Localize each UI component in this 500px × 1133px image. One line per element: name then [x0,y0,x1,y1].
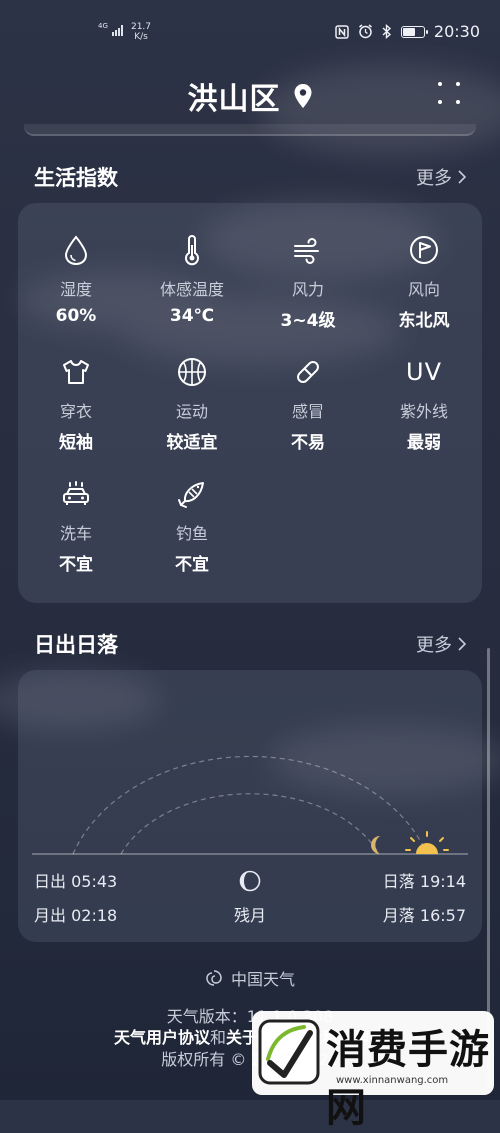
bluetooth-icon [382,24,391,39]
sun-moon-title: 日出日落 [34,633,118,657]
life-item-sport[interactable]: 运动 较适宜 [134,352,250,453]
life-item-value: 短袖 [59,433,93,453]
battery-level [402,27,416,36]
life-item-value: 不宜 [175,555,209,575]
nfc-icon [335,24,349,39]
life-index-card: 湿度 60% 体感温度 34℃ 风力 3~4级 风向 东北风 穿衣 短袖 运动 … [18,203,482,603]
legal-joiner: 和 [209,1028,226,1047]
wind-icon [294,238,319,264]
life-item-cold[interactable]: 感冒 不易 [250,352,366,453]
life-item-value: 东北风 [398,311,450,331]
brand: 中国天气 [0,966,500,990]
alarm-icon [358,24,372,39]
watermark-banner: 消费手游网 www.xinnanwang.com [252,1011,494,1131]
header: 洪山区 [0,70,500,120]
sun-moon-more-button[interactable]: 更多 [416,631,466,657]
crescent-moon-icon [371,836,380,854]
life-item-label: 风向 [407,280,440,299]
network-type: 4G [98,22,108,30]
life-item-value: 34℃ [169,306,215,326]
speed-value: 21.7 [130,22,152,32]
life-item-uv[interactable]: UV 紫外线 最弱 [366,352,482,453]
fish-icon [178,482,204,508]
wind-direction-flag-icon [410,236,438,264]
life-item-humidity[interactable]: 湿度 60% [18,230,134,326]
life-item-feels-like[interactable]: 体感温度 34℃ [134,230,250,326]
previous-card-edge [24,124,476,136]
user-agreement-link[interactable]: 天气用户协议 [114,1028,210,1047]
life-item-car-wash[interactable]: 洗车 不宜 [18,474,134,575]
menu-dots-icon[interactable] [436,80,462,106]
location-pin-icon [294,84,311,108]
life-item-value: 不易 [291,433,325,453]
life-item-wind-force[interactable]: 风力 3~4级 [250,230,366,331]
life-item-label: 湿度 [59,280,92,299]
car-wash-icon [63,481,89,505]
moon-phase-label: 残月 [233,906,266,925]
status-icons: 20:30 [335,22,480,41]
life-item-label: 体感温度 [159,280,224,299]
uv-icon: UV [406,358,442,386]
droplet-icon [64,235,88,266]
status-bar: 4G 21.7 K/s 20:30 [0,0,500,60]
signal-icon [112,24,123,36]
tshirt-icon [63,360,89,384]
watermark-logo [258,1019,320,1085]
network-speed: 21.7 K/s [128,22,154,42]
watermark-url: www.xinnanwang.com [336,1075,449,1086]
life-item-label: 洗车 [59,524,92,543]
life-item-label: 紫外线 [399,402,448,421]
battery-icon [400,25,428,38]
life-item-label: 运动 [175,402,208,421]
sun-icon [405,831,449,854]
life-item-value: 最弱 [407,433,441,453]
life-index-more-button[interactable]: 更多 [416,164,466,190]
life-index-title: 生活指数 [34,166,118,190]
life-item-label: 感冒 [291,402,324,421]
chevron-right-icon [458,170,466,184]
life-item-value: 不宜 [59,555,93,575]
life-item-label: 钓鱼 [175,524,208,543]
life-item-label: 风力 [291,280,324,299]
city-selector[interactable]: 洪山区 [0,74,500,118]
life-item-clothing[interactable]: 穿衣 短袖 [18,352,134,453]
moon-phase: 残月 [18,870,482,926]
speed-unit: K/s [134,32,148,42]
more-label: 更多 [416,635,452,656]
thermometer-icon [185,235,199,266]
brand-name: 中国天气 [230,970,295,989]
moon-arc [120,793,380,855]
moon-phase-icon [239,870,261,892]
life-item-value: 60% [55,306,97,326]
life-item-fishing[interactable]: 钓鱼 不宜 [134,474,250,575]
more-label: 更多 [416,168,452,189]
life-item-wind-direction[interactable]: 风向 东北风 [366,230,482,331]
life-item-label: 穿衣 [59,402,92,421]
china-weather-logo-icon [206,970,222,986]
basketball-icon [178,358,206,386]
clock: 20:30 [433,22,480,41]
life-item-value: 较适宜 [166,433,218,453]
city-name: 洪山区 [187,82,281,117]
life-item-value: 3~4级 [280,311,336,331]
chevron-right-icon [458,637,466,651]
sun-moon-card: 日出 05:43 日落 19:14 月出 02:18 月落 16:57 残月 [18,670,482,942]
pill-icon [297,361,319,383]
